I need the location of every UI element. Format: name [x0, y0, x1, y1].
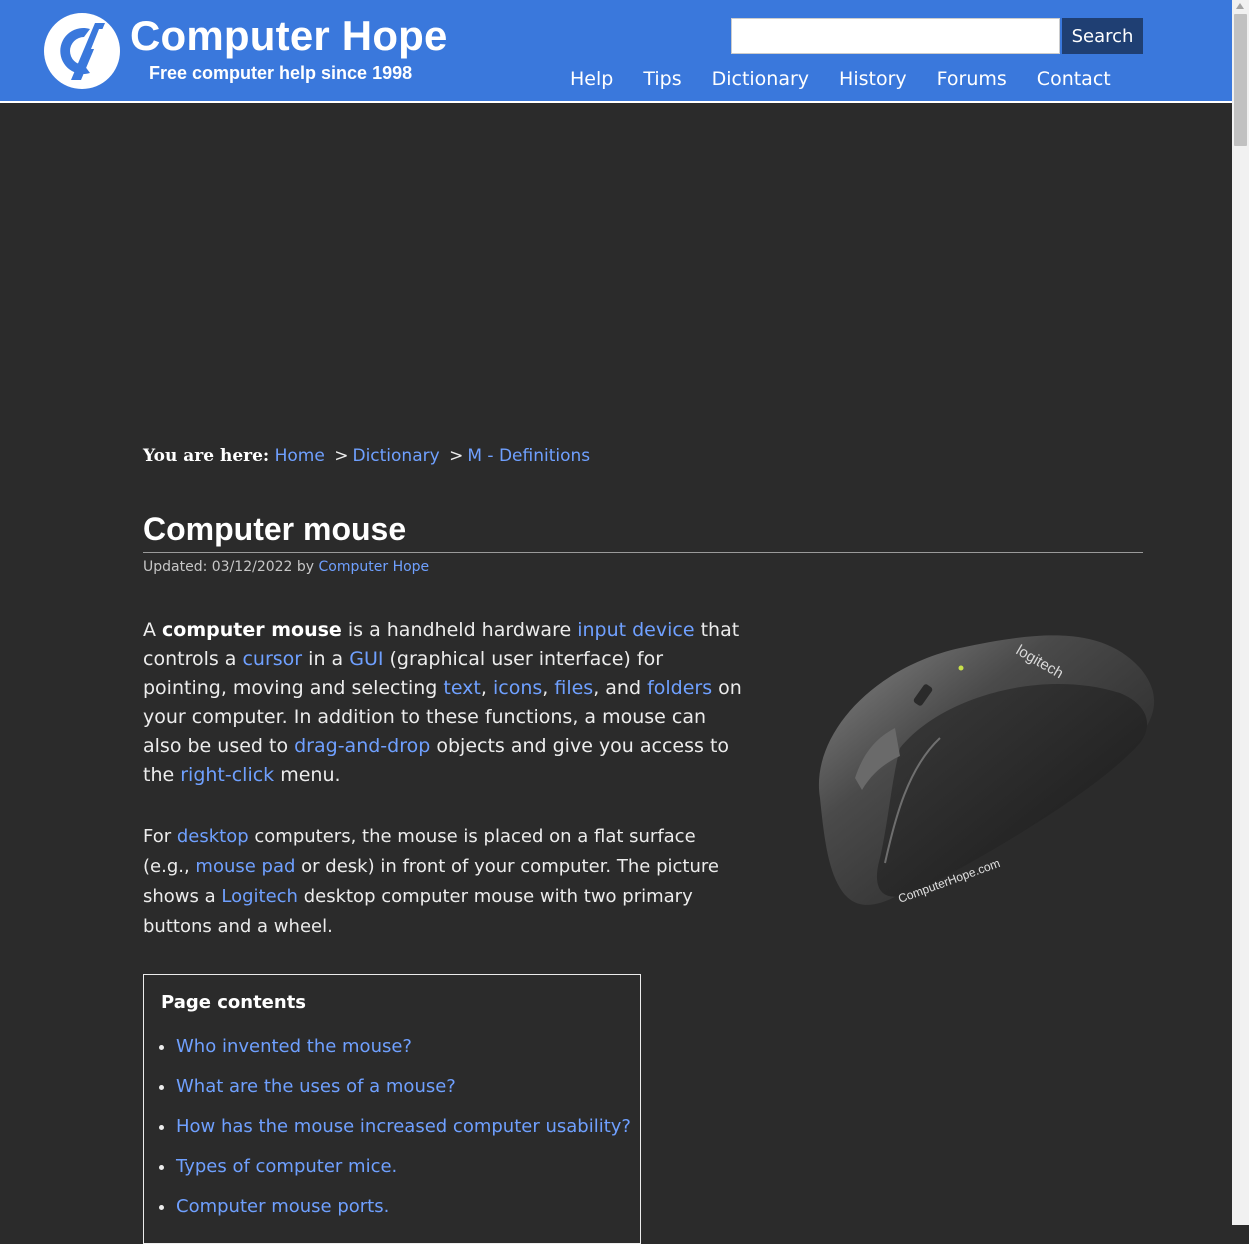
toc-link-usability[interactable]: How has the mouse increased computer usa… [176, 1116, 631, 1137]
page-contents-list: Who invented the mouse? What are the use… [144, 1032, 631, 1232]
breadcrumb-label: You are here: [143, 446, 270, 466]
text-run: is a handheld hardware [341, 619, 578, 641]
logitech-link[interactable]: Logitech [221, 886, 298, 907]
page-contents-box: Page contents Who invented the mouse? Wh… [143, 974, 641, 1244]
breadcrumb-m-definitions-link[interactable]: M - Definitions [467, 446, 590, 466]
nav-tips[interactable]: Tips [628, 68, 696, 90]
desktop-paragraph: For desktop computers, the mouse is plac… [143, 822, 743, 942]
main-nav: Help Tips Dictionary History Forums Cont… [555, 68, 1126, 90]
term-bold: computer mouse [162, 619, 342, 641]
gui-link[interactable]: GUI [349, 648, 383, 670]
right-click-link[interactable]: right-click [180, 764, 274, 786]
text-run: A [143, 619, 163, 641]
logitech-mouse-image: logitech ComputerHope.com [818, 635, 1155, 906]
site-header: Computer Hope Free computer help since 1… [0, 0, 1232, 103]
page-title: Computer mouse [143, 511, 407, 547]
intro-paragraph: A computer mouse is a handheld hardware … [143, 616, 743, 790]
brand-title[interactable]: Computer Hope [130, 12, 448, 60]
toc-link-types[interactable]: Types of computer mice. [176, 1156, 397, 1177]
nav-dictionary[interactable]: Dictionary [697, 68, 824, 90]
breadcrumb-separator: > [449, 446, 464, 466]
toc-link-who-invented[interactable]: Who invented the mouse? [176, 1036, 412, 1057]
scroll-up-arrow-icon[interactable] [1236, 3, 1244, 9]
toc-link-uses[interactable]: What are the uses of a mouse? [176, 1076, 456, 1097]
cursor-link[interactable]: cursor [242, 648, 302, 670]
search-input[interactable] [731, 18, 1060, 54]
brand-tagline: Free computer help since 1998 [149, 63, 413, 83]
nav-help[interactable]: Help [555, 68, 628, 90]
breadcrumb-home-link[interactable]: Home [275, 446, 325, 466]
list-item: How has the mouse increased computer usa… [176, 1112, 631, 1152]
files-link[interactable]: files [554, 677, 593, 699]
computer-hope-logo-icon[interactable] [43, 12, 121, 90]
title-divider [143, 552, 1143, 553]
updated-line: Updated: 03/12/2022 by Computer Hope [143, 559, 429, 575]
text-run: , [542, 677, 555, 699]
updated-label: Updated: 03/12/2022 by [143, 559, 315, 575]
text-run: in a [302, 648, 350, 670]
text-link[interactable]: text [443, 677, 481, 699]
nav-history[interactable]: History [824, 68, 922, 90]
text-run: For [143, 826, 177, 847]
nav-contact[interactable]: Contact [1022, 68, 1126, 90]
breadcrumb: You are here: Home > Dictionary > M - Defi… [143, 446, 590, 466]
search-button[interactable]: Search [1062, 18, 1143, 54]
folders-link[interactable]: folders [647, 677, 712, 699]
text-run: , [480, 677, 493, 699]
input-device-link[interactable]: input device [577, 619, 694, 641]
list-item: Computer mouse ports. [176, 1192, 631, 1232]
author-link[interactable]: Computer Hope [319, 559, 430, 575]
icons-link[interactable]: icons [493, 677, 542, 699]
list-item: What are the uses of a mouse? [176, 1072, 631, 1112]
scroll-thumb[interactable] [1234, 14, 1247, 146]
text-run: menu. [274, 764, 341, 786]
mouse-pad-link[interactable]: mouse pad [195, 856, 295, 877]
list-item: Types of computer mice. [176, 1152, 631, 1192]
text-run: , and [593, 677, 648, 699]
breadcrumb-separator: > [334, 446, 349, 466]
desktop-link[interactable]: desktop [177, 826, 249, 847]
breadcrumb-dictionary-link[interactable]: Dictionary [352, 446, 439, 466]
toc-link-ports[interactable]: Computer mouse ports. [176, 1196, 389, 1217]
nav-forums[interactable]: Forums [922, 68, 1022, 90]
drag-and-drop-link[interactable]: drag-and-drop [294, 735, 430, 757]
page-contents-title: Page contents [161, 992, 307, 1013]
list-item: Who invented the mouse? [176, 1032, 631, 1072]
vertical-scrollbar[interactable] [1232, 0, 1249, 1225]
